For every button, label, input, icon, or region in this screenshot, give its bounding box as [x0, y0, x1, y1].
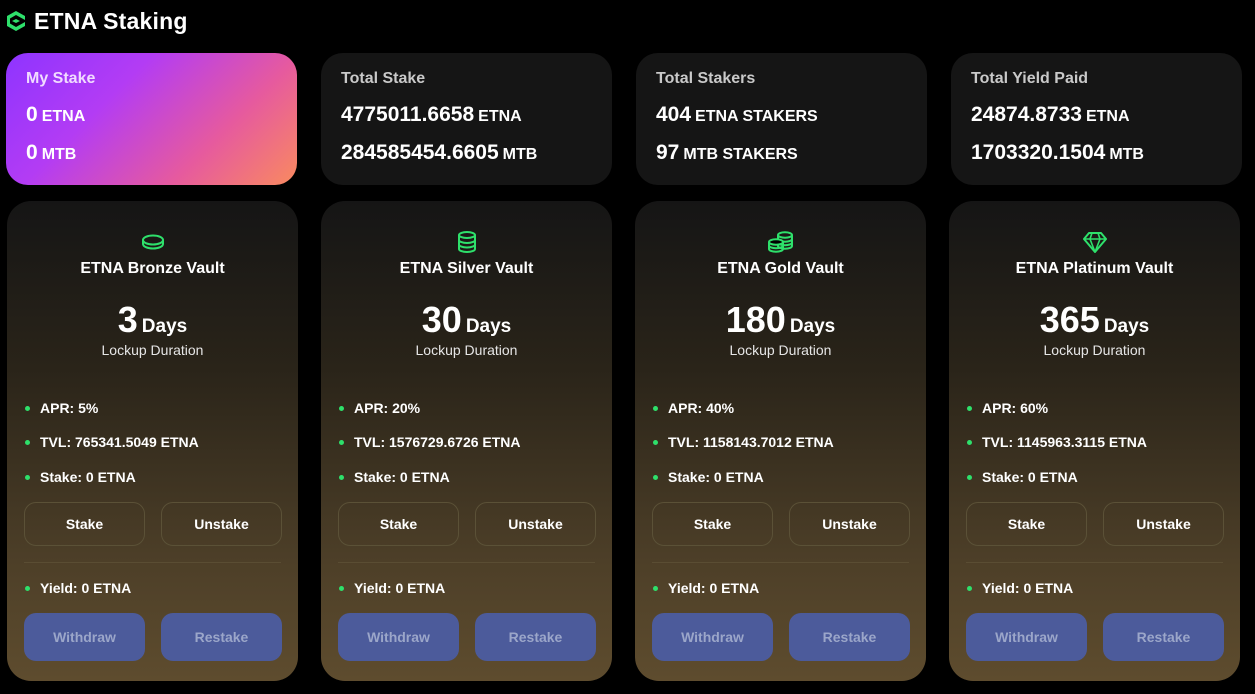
coin-icon	[141, 234, 164, 250]
divider	[24, 562, 281, 563]
withdraw-button[interactable]: Withdraw	[966, 613, 1087, 661]
stake-item: Stake: 0 ETNA	[967, 469, 1078, 485]
withdraw-button[interactable]: Withdraw	[24, 613, 145, 661]
app-header: ETNA Staking	[6, 6, 188, 36]
stake-button[interactable]: Stake	[966, 502, 1087, 546]
restake-button[interactable]: Restake	[161, 613, 282, 661]
stake-item: Stake: 0 ETNA	[653, 469, 764, 485]
stat-value-mtb: 97 MTB STAKERS	[656, 141, 798, 164]
silver-vault-card: ETNA Silver Vault 30 Days Lockup Duration…	[321, 201, 612, 681]
apr-item: APR: 20%	[339, 400, 420, 416]
restake-button[interactable]: Restake	[475, 613, 596, 661]
vault-name: ETNA Platinum Vault	[1015, 260, 1174, 277]
stat-value-etna: 24874.8733 ETNA	[971, 103, 1130, 126]
apr-item: APR: 60%	[967, 400, 1048, 416]
stat-label: Total Stake	[341, 70, 426, 87]
stake-button[interactable]: Stake	[338, 502, 459, 546]
tvl-item: TVL: 1576729.6726 ETNA	[339, 434, 521, 450]
lockup-days: 30 Days	[421, 299, 512, 340]
bronze-vault-card: ETNA Bronze Vault 3 Days Lockup Duration …	[7, 201, 298, 681]
apr-item: APR: 40%	[653, 400, 734, 416]
stake-item: Stake: 0 ETNA	[25, 469, 136, 485]
vault-name: ETNA Bronze Vault	[80, 260, 225, 277]
page-title: ETNA Staking	[34, 7, 188, 34]
coin-stack-icon	[457, 231, 476, 253]
lockup-days: 3 Days	[117, 299, 188, 340]
stat-label: My Stake	[26, 70, 96, 87]
stat-value-mtb: 284585454.6605 MTB	[341, 141, 538, 164]
stake-item: Stake: 0 ETNA	[339, 469, 450, 485]
yield-item: Yield: 0 ETNA	[25, 580, 131, 596]
stat-value-etna: 404 ETNA STAKERS	[656, 103, 818, 126]
lockup-label: Lockup Duration	[101, 342, 204, 358]
restake-button[interactable]: Restake	[789, 613, 910, 661]
divider	[966, 562, 1223, 563]
my-stake-card: My Stake 0 ETNA 0 MTB	[6, 53, 297, 185]
yield-item: Yield: 0 ETNA	[653, 580, 759, 596]
unstake-button[interactable]: Unstake	[789, 502, 910, 546]
etna-logo-icon	[7, 11, 25, 31]
divider	[338, 562, 595, 563]
total-yield-card: Total Yield Paid 24874.8733 ETNA 1703320.…	[951, 53, 1242, 185]
total-stake-card: Total Stake 4775011.6658 ETNA 284585454.6…	[321, 53, 612, 185]
stat-value-mtb: 0 MTB	[26, 141, 77, 164]
gold-vault-card: ETNA Gold Vault 180 Days Lockup Duration …	[635, 201, 926, 681]
unstake-button[interactable]: Unstake	[161, 502, 282, 546]
stake-button[interactable]: Stake	[24, 502, 145, 546]
stat-label: Total Stakers	[656, 70, 756, 87]
withdraw-button[interactable]: Withdraw	[652, 613, 773, 661]
divider	[652, 562, 909, 563]
unstake-button[interactable]: Unstake	[1103, 502, 1224, 546]
platinum-vault-card: ETNA Platinum Vault 365 Days Lockup Durat…	[949, 201, 1240, 681]
lockup-days: 365 Days	[1039, 299, 1150, 340]
tvl-item: TVL: 1158143.7012 ETNA	[653, 434, 834, 450]
stat-value-etna: 4775011.6658 ETNA	[341, 103, 522, 126]
withdraw-button[interactable]: Withdraw	[338, 613, 459, 661]
vault-name: ETNA Gold Vault	[717, 260, 844, 277]
tvl-item: TVL: 765341.5049 ETNA	[25, 434, 199, 450]
yield-item: Yield: 0 ETNA	[967, 580, 1073, 596]
unstake-button[interactable]: Unstake	[475, 502, 596, 546]
yield-item: Yield: 0 ETNA	[339, 580, 445, 596]
diamond-icon	[1082, 232, 1107, 253]
lockup-label: Lockup Duration	[1043, 342, 1146, 358]
stat-value-etna: 0 ETNA	[26, 103, 86, 126]
vault-name: ETNA Silver Vault	[399, 260, 534, 277]
stat-value-mtb: 1703320.1504 MTB	[971, 141, 1144, 164]
lockup-label: Lockup Duration	[729, 342, 832, 358]
apr-item: APR: 5%	[25, 400, 98, 416]
lockup-days: 180 Days	[725, 299, 836, 340]
lockup-label: Lockup Duration	[415, 342, 518, 358]
coins-icon	[767, 231, 793, 253]
tvl-item: TVL: 1145963.3115 ETNA	[967, 434, 1147, 450]
stat-label: Total Yield Paid	[971, 70, 1089, 87]
total-stakers-card: Total Stakers 404 ETNA STAKERS 97 MTB STAK…	[636, 53, 927, 185]
restake-button[interactable]: Restake	[1103, 613, 1224, 661]
stake-button[interactable]: Stake	[652, 502, 773, 546]
